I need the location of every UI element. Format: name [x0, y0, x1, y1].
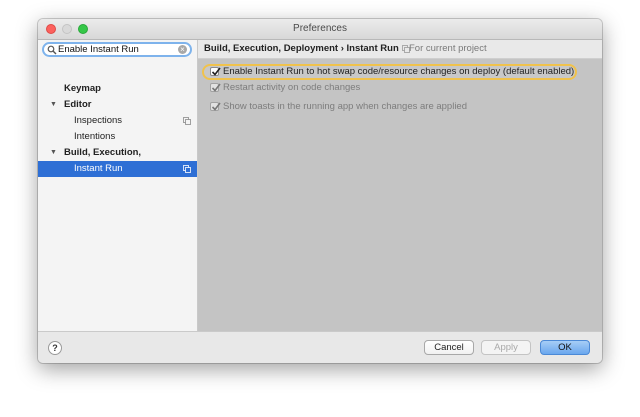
expanded-arrow-icon[interactable]: ▼ — [50, 97, 57, 113]
checkmark-icon — [211, 102, 221, 111]
window-title: Preferences — [293, 23, 347, 34]
clear-icon[interactable]: × — [178, 45, 187, 54]
scope-label: For current project — [409, 43, 487, 54]
sidebar-item-inspections[interactable]: Inspections — [38, 113, 197, 129]
search-box[interactable]: × — [42, 42, 192, 57]
search-input[interactable] — [58, 44, 168, 55]
copy-icon — [183, 165, 191, 173]
dialog-footer: ? Cancel Apply OK — [38, 331, 602, 363]
checkbox[interactable] — [210, 83, 221, 92]
sidebar-item-label: Editor — [64, 99, 92, 110]
sidebar-item-label: Instant Run — [74, 163, 123, 174]
cancel-button[interactable]: Cancel — [424, 340, 474, 355]
sidebar-item-build-execution-deployment[interactable]: ▼ Build, Execution, Deployment — [38, 145, 197, 174]
help-button[interactable]: ? — [48, 341, 62, 355]
sidebar-item-editor[interactable]: ▼ Editor — [38, 97, 197, 113]
option-label: Show toasts in the running app when chan… — [223, 101, 468, 112]
breadcrumb: Build, Execution, Deployment › Instant R… — [198, 40, 602, 59]
sidebar-item-keymap[interactable]: Keymap — [38, 81, 197, 97]
ok-button[interactable]: OK — [540, 340, 590, 355]
preferences-window: Preferences × Keymap ▼ Editor Inspection… — [38, 19, 602, 363]
sidebar-item-label: Intentions — [74, 131, 116, 142]
apply-button[interactable]: Apply — [481, 340, 531, 355]
zoom-window-button[interactable] — [78, 24, 88, 34]
sidebar-item-intentions[interactable]: Intentions — [38, 129, 197, 145]
search-icon — [47, 45, 57, 55]
checkmark-icon — [211, 67, 221, 76]
expanded-arrow-icon[interactable]: ▼ — [50, 145, 57, 161]
sidebar-item-label: Inspections — [74, 115, 123, 126]
close-window-button[interactable] — [46, 24, 56, 34]
settings-sidebar: × Keymap ▼ Editor Inspections Intentions… — [38, 40, 198, 331]
title-bar[interactable]: Preferences — [38, 19, 602, 40]
option-label: Restart activity on code changes — [223, 82, 361, 93]
page-title: Build, Execution, Deployment › Instant R… — [204, 43, 399, 54]
checkmark-icon — [211, 83, 221, 92]
option-label: Enable Instant Run to hot swap code/reso… — [223, 66, 575, 77]
sidebar-item-label: Keymap — [64, 83, 101, 94]
copy-icon — [183, 117, 191, 125]
checkbox[interactable] — [210, 67, 221, 76]
checkbox[interactable] — [210, 102, 221, 111]
sidebar-item-instant-run[interactable]: Instant Run — [38, 161, 197, 177]
minimize-window-button[interactable] — [62, 24, 72, 34]
settings-content: Build, Execution, Deployment › Instant R… — [198, 40, 602, 331]
